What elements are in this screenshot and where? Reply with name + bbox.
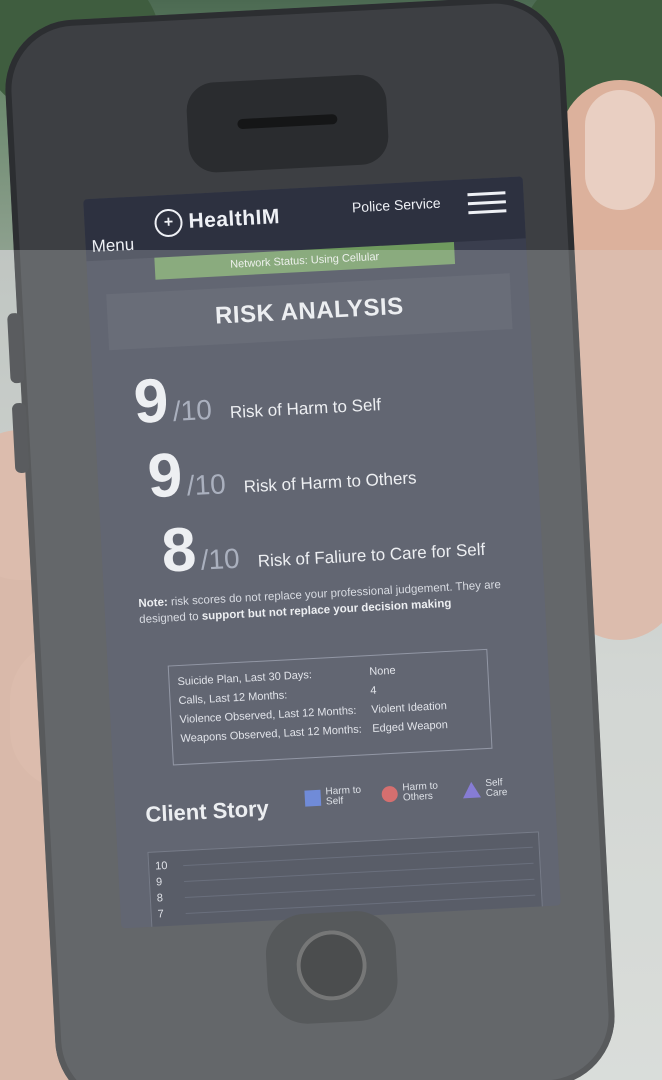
photo-light-overlay [0, 250, 662, 1080]
thumbnail [585, 90, 655, 210]
hamburger-menu-icon[interactable] [467, 185, 507, 217]
app-header: Menu + HealthIM Police Service [83, 176, 526, 262]
healthim-logo: + HealthIM [153, 203, 281, 238]
service-label: Police Service [351, 194, 441, 216]
brand-name: HealthIM [187, 205, 281, 233]
earpiece [237, 113, 338, 130]
earpiece-housing [185, 73, 390, 174]
photo-background: Menu + HealthIM Police Service Network S… [0, 0, 662, 1080]
medical-cross-icon: + [153, 208, 184, 238]
